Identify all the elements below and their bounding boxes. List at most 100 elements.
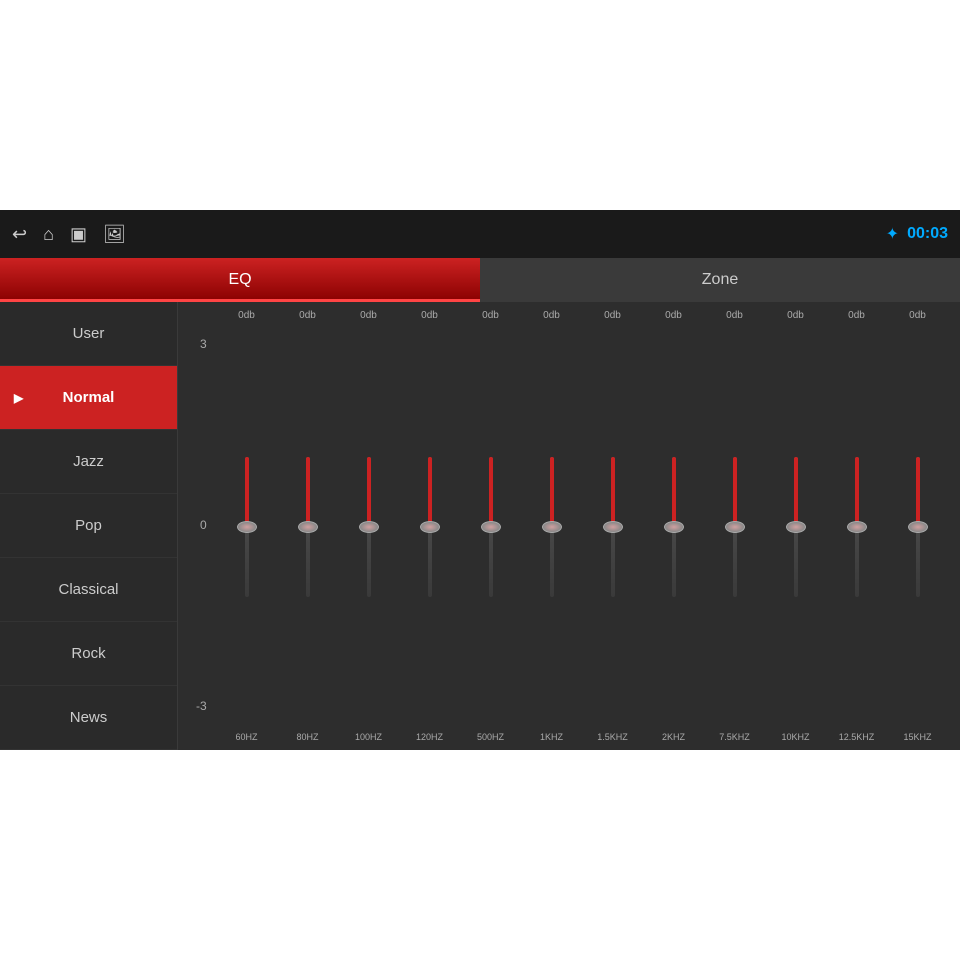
slider-thumb-2[interactable] [359, 521, 379, 533]
db-label-6: 0db [604, 310, 621, 321]
slider-thumb-0[interactable] [237, 521, 257, 533]
sidebar-item-pop[interactable]: Pop [0, 494, 177, 558]
slider-track-3 [428, 457, 432, 597]
slider-track-6 [611, 457, 615, 597]
db-label-4: 0db [482, 310, 499, 321]
slider-track-container-3[interactable] [399, 325, 460, 728]
eq-y-axis: 3 0 -3 [196, 338, 207, 712]
slider-track-1 [306, 457, 310, 597]
sidebar-item-rock[interactable]: Rock [0, 622, 177, 686]
db-label-11: 0db [909, 310, 926, 321]
slider-fill-4 [489, 457, 493, 527]
sidebar-item-news[interactable]: News [0, 686, 177, 750]
slider-column-12_5khz: 0db 12.5KHZ [826, 310, 887, 742]
slider-thumb-5[interactable] [542, 521, 562, 533]
sidebar: User ▶ Normal Jazz Pop Classical Rock Ne… [0, 302, 178, 750]
freq-label-0: 60HZ [235, 732, 257, 742]
slider-track-container-4[interactable] [460, 325, 521, 728]
sidebar-label-user: User [73, 325, 105, 342]
slider-thumb-8[interactable] [725, 521, 745, 533]
slider-thumb-3[interactable] [420, 521, 440, 533]
slider-column-15khz: 0db 15KHZ [887, 310, 948, 742]
slider-track-0 [245, 457, 249, 597]
slider-track-container-6[interactable] [582, 325, 643, 728]
main-content: User ▶ Normal Jazz Pop Classical Rock Ne… [0, 302, 960, 750]
slider-fill-1 [306, 457, 310, 527]
tab-eq[interactable]: EQ [0, 258, 480, 302]
slider-track-container-0[interactable] [216, 325, 277, 728]
freq-label-3: 120HZ [416, 732, 443, 742]
slider-thumb-10[interactable] [847, 521, 867, 533]
slider-track-container-1[interactable] [277, 325, 338, 728]
slider-column-80hz: 0db 80HZ [277, 310, 338, 742]
freq-label-4: 500HZ [477, 732, 504, 742]
freq-label-5: 1KHZ [540, 732, 563, 742]
slider-track-8 [733, 457, 737, 597]
slider-track-container-2[interactable] [338, 325, 399, 728]
sidebar-label-rock: Rock [71, 645, 105, 662]
slider-track-11 [916, 457, 920, 597]
slider-column-100hz: 0db 100HZ [338, 310, 399, 742]
slider-column-1khz: 0db 1KHZ [521, 310, 582, 742]
sidebar-label-news: News [70, 709, 108, 726]
slider-thumb-7[interactable] [664, 521, 684, 533]
freq-label-1: 80HZ [296, 732, 318, 742]
sidebar-label-pop: Pop [75, 517, 102, 534]
slider-fill-2 [367, 457, 371, 527]
slider-thumb-11[interactable] [908, 521, 928, 533]
db-label-2: 0db [360, 310, 377, 321]
sidebar-item-jazz[interactable]: Jazz [0, 430, 177, 494]
y-label-neg3: -3 [196, 700, 207, 712]
freq-label-9: 10KHZ [781, 732, 809, 742]
bluetooth-icon: ✦ [886, 224, 899, 244]
slider-track-container-8[interactable] [704, 325, 765, 728]
slider-track-container-9[interactable] [765, 325, 826, 728]
home-icon[interactable]: ⌂ [43, 224, 54, 245]
eq-panel: 3 0 -3 0db 60HZ 0db [178, 302, 960, 750]
sidebar-label-normal: Normal [63, 389, 115, 406]
slider-track-container-5[interactable] [521, 325, 582, 728]
slider-track-container-10[interactable] [826, 325, 887, 728]
tab-bar: EQ Zone [0, 258, 960, 302]
y-label-0: 0 [200, 519, 207, 531]
slider-track-7 [672, 457, 676, 597]
device-frame: ↩ ⌂ ▣ 🖼 ✦ 00:03 EQ Zone User ▶ Normal [0, 210, 960, 750]
slider-thumb-6[interactable] [603, 521, 623, 533]
sidebar-item-user[interactable]: User [0, 302, 177, 366]
slider-track-2 [367, 457, 371, 597]
sidebar-item-normal[interactable]: ▶ Normal [0, 366, 177, 430]
slider-track-container-11[interactable] [887, 325, 948, 728]
slider-track-container-7[interactable] [643, 325, 704, 728]
db-label-9: 0db [787, 310, 804, 321]
freq-label-6: 1.5KHZ [597, 732, 628, 742]
slider-fill-11 [916, 457, 920, 527]
db-label-10: 0db [848, 310, 865, 321]
slider-column-60hz: 0db 60HZ [216, 310, 277, 742]
slider-track-4 [489, 457, 493, 597]
window-icon[interactable]: ▣ [70, 224, 87, 245]
image-icon[interactable]: 🖼 [103, 224, 126, 245]
slider-column-1_5khz: 0db 1.5KHZ [582, 310, 643, 742]
slider-fill-5 [550, 457, 554, 527]
nav-icons: ↩ ⌂ ▣ 🖼 [12, 224, 868, 245]
top-bar: ↩ ⌂ ▣ 🖼 ✦ 00:03 [0, 210, 960, 258]
slider-fill-8 [733, 457, 737, 527]
slider-fill-9 [794, 457, 798, 527]
tab-zone[interactable]: Zone [480, 258, 960, 302]
slider-thumb-1[interactable] [298, 521, 318, 533]
slider-track-10 [855, 457, 859, 597]
slider-thumb-4[interactable] [481, 521, 501, 533]
db-label-0: 0db [238, 310, 255, 321]
play-arrow-icon: ▶ [14, 391, 23, 405]
slider-fill-10 [855, 457, 859, 527]
y-label-3: 3 [200, 338, 207, 350]
freq-label-2: 100HZ [355, 732, 382, 742]
slider-thumb-9[interactable] [786, 521, 806, 533]
back-icon[interactable]: ↩ [12, 224, 27, 245]
sidebar-item-classical[interactable]: Classical [0, 558, 177, 622]
freq-label-10: 12.5KHZ [839, 732, 875, 742]
eq-sliders-area: 0db 60HZ 0db 80HZ 0db [216, 310, 948, 742]
slider-column-10khz: 0db 10KHZ [765, 310, 826, 742]
slider-column-500hz: 0db 500HZ [460, 310, 521, 742]
db-label-7: 0db [665, 310, 682, 321]
